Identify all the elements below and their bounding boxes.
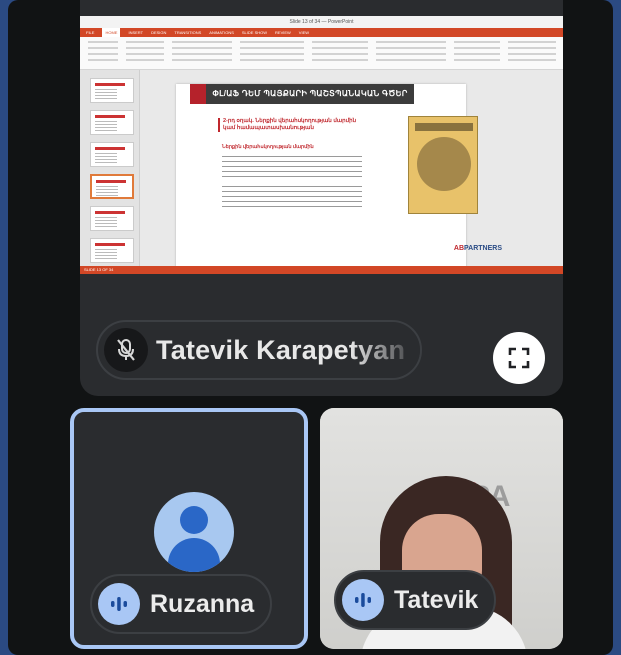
presenter-name-pill: Tatevik Karapetyan (96, 320, 422, 380)
slide-subtitle: 2-րդ օղակ. Ներքին վերահսկողության մարմին… (218, 118, 368, 132)
fullscreen-button[interactable] (493, 332, 545, 384)
participant-name-chip: Ruzanna (90, 574, 273, 634)
ppt-tab: SLIDE SHOW (241, 30, 268, 35)
ppt-tab: FILE (86, 30, 95, 35)
slide-thumbnail (90, 238, 134, 263)
slide-thumbnail (90, 206, 134, 231)
ppt-status-bar: SLIDE 13 OF 34 (80, 266, 563, 274)
slide-banner-title: ՓԼ/ԱՖ ԴԵՄ ՊԱՅՔԱՐԻ ՊԱՇՏՊԱՆԱԿԱՆ ԳԾԵՐ ՕՂԱԿՆ… (190, 84, 414, 118)
slide-heading: Ներքին վերահսկողության մարմին (222, 144, 314, 150)
ppt-ribbon-tabs: FILE HOME INSERT DESIGN TRANSITIONS ANIM… (80, 28, 563, 37)
speaking-indicator-icon (98, 583, 140, 625)
current-slide: ՓԼ/ԱՖ ԴԵՄ ՊԱՅՔԱՐԻ ՊԱՇՏՊԱՆԱԿԱՆ ԳԾԵՐ ՕՂԱԿՆ… (176, 84, 502, 268)
participant-name: Ruzanna (150, 589, 255, 618)
slide-thumbnail-selected (90, 174, 134, 199)
ppt-ribbon (80, 37, 563, 70)
participant-name-chip: Tatevik (334, 570, 497, 630)
avatar-icon (154, 492, 234, 572)
slide-company-logo: ABPARTNERS (453, 245, 502, 252)
ppt-window-title: Slide 13 of 34 — PowerPoint (80, 16, 563, 28)
ppt-tab: VIEW (298, 30, 310, 35)
ppt-tab: DESIGN (151, 30, 167, 35)
screen-share-tile[interactable]: Slide 13 of 34 — PowerPoint FILE HOME IN… (80, 0, 563, 396)
mic-off-icon (104, 328, 148, 372)
ppt-slide-thumbnails (80, 70, 140, 266)
participant-tile-ruzanna[interactable]: Ruzanna (70, 408, 308, 649)
ppt-tab: ANIMATIONS (209, 30, 234, 35)
participant-tile-tatevik[interactable]: PA Tatevik (320, 408, 563, 649)
ppt-tab: INSERT (128, 30, 144, 35)
ppt-tab: HOME (102, 28, 121, 37)
slide-thumbnail (90, 78, 134, 103)
meeting-frame: Slide 13 of 34 — PowerPoint FILE HOME IN… (8, 0, 613, 655)
slide-thumbnail (90, 142, 134, 167)
participant-name: Tatevik (394, 585, 479, 614)
fullscreen-icon (508, 347, 530, 369)
speaking-indicator-icon (342, 579, 384, 621)
ppt-tab: TRANSITIONS (174, 30, 202, 35)
shared-powerpoint-window: Slide 13 of 34 — PowerPoint FILE HOME IN… (80, 16, 563, 274)
ppt-tab: REVIEW (275, 30, 291, 35)
slide-thumbnail (90, 110, 134, 135)
slide-body-text (222, 156, 362, 178)
slide-body-text (222, 186, 362, 208)
slide-illustration (408, 116, 478, 214)
